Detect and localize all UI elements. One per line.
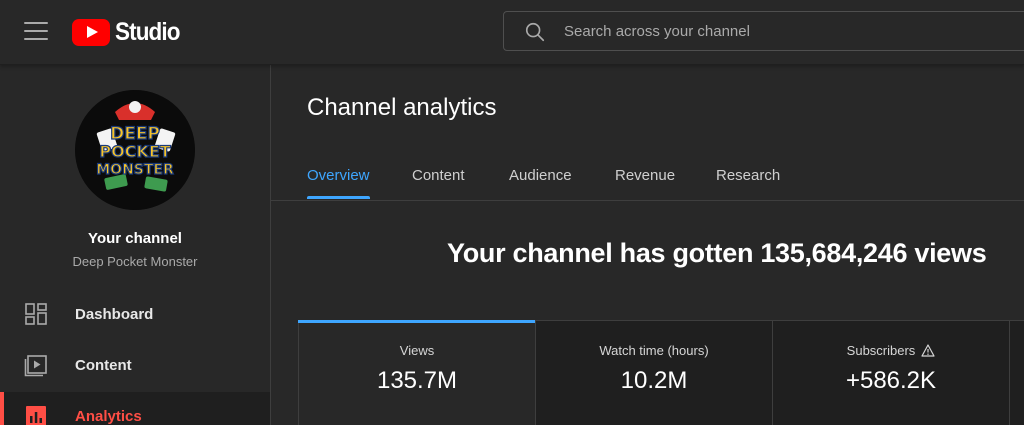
analytics-icon bbox=[26, 406, 46, 425]
sidebar-item-analytics[interactable]: Analytics bbox=[0, 392, 270, 425]
channel-name: Deep Pocket Monster bbox=[72, 254, 198, 269]
metric-card-views[interactable]: Views 135.7M bbox=[298, 320, 536, 425]
metric-card-subscribers[interactable]: Subscribers +586.2K bbox=[773, 321, 1010, 425]
sidebar-item-label: Analytics bbox=[75, 407, 142, 425]
metric-label: Watch time (hours) bbox=[599, 343, 709, 358]
avatar-word-3: MONSTER bbox=[96, 162, 174, 178]
tab-revenue[interactable]: Revenue bbox=[615, 154, 675, 201]
avatar-word-1: DEEP bbox=[110, 124, 160, 144]
main-content: Channel analytics Overview Content Audie… bbox=[271, 64, 1024, 425]
content-icon bbox=[24, 355, 47, 377]
tabs-divider bbox=[271, 200, 1024, 201]
menu-icon[interactable] bbox=[24, 22, 48, 40]
metric-card-watch-time[interactable]: Watch time (hours) 10.2M bbox=[536, 321, 773, 425]
page-title: Channel analytics bbox=[307, 94, 497, 121]
tab-research[interactable]: Research bbox=[716, 154, 780, 201]
metric-label: Subscribers bbox=[846, 343, 916, 358]
tab-label: Content bbox=[412, 167, 465, 184]
sidebar-item-content[interactable]: Content bbox=[0, 341, 270, 389]
search-box[interactable] bbox=[503, 11, 1024, 51]
tab-label: Overview bbox=[307, 167, 370, 184]
sidebar-item-label: Content bbox=[75, 356, 132, 374]
logo-text: Studio bbox=[115, 17, 180, 46]
channel-title[interactable]: Your channel bbox=[0, 230, 270, 247]
metric-value: 135.7M bbox=[376, 367, 458, 394]
warning-icon[interactable] bbox=[921, 344, 935, 357]
dashboard-icon bbox=[25, 303, 47, 325]
channel-logo-image: DEEP POCKET MONSTER bbox=[75, 90, 195, 210]
metric-label: Views bbox=[399, 343, 435, 358]
views-headline: Your channel has gotten 135,684,246 view… bbox=[447, 238, 987, 268]
search-input[interactable] bbox=[564, 12, 1024, 50]
tab-audience[interactable]: Audience bbox=[509, 154, 572, 201]
metric-value: 10.2M bbox=[620, 367, 688, 394]
search-icon[interactable] bbox=[524, 21, 546, 43]
sidebar-item-dashboard[interactable]: Dashboard bbox=[0, 290, 270, 338]
metric-label-row: Subscribers bbox=[773, 343, 1009, 358]
top-bar: Studio bbox=[0, 0, 1024, 64]
tab-label: Research bbox=[716, 167, 781, 184]
tab-overview[interactable]: Overview bbox=[307, 154, 370, 201]
tab-label: Revenue bbox=[615, 167, 676, 184]
sidebar-item-label: Dashboard bbox=[75, 305, 154, 323]
channel-avatar[interactable]: DEEP POCKET MONSTER bbox=[75, 90, 195, 210]
metric-cards: Views 135.7M Watch time (hours) 10.2M Su… bbox=[298, 320, 1024, 425]
youtube-logo-icon bbox=[72, 18, 110, 46]
tab-content[interactable]: Content bbox=[412, 154, 465, 201]
metric-value: +586.2K bbox=[845, 367, 937, 394]
sidebar: DEEP POCKET MONSTER Your channel Deep Po… bbox=[0, 64, 271, 425]
avatar-word-2: POCKET bbox=[99, 142, 170, 161]
tab-label: Audience bbox=[509, 167, 572, 184]
studio-logo[interactable]: Studio bbox=[72, 16, 187, 48]
